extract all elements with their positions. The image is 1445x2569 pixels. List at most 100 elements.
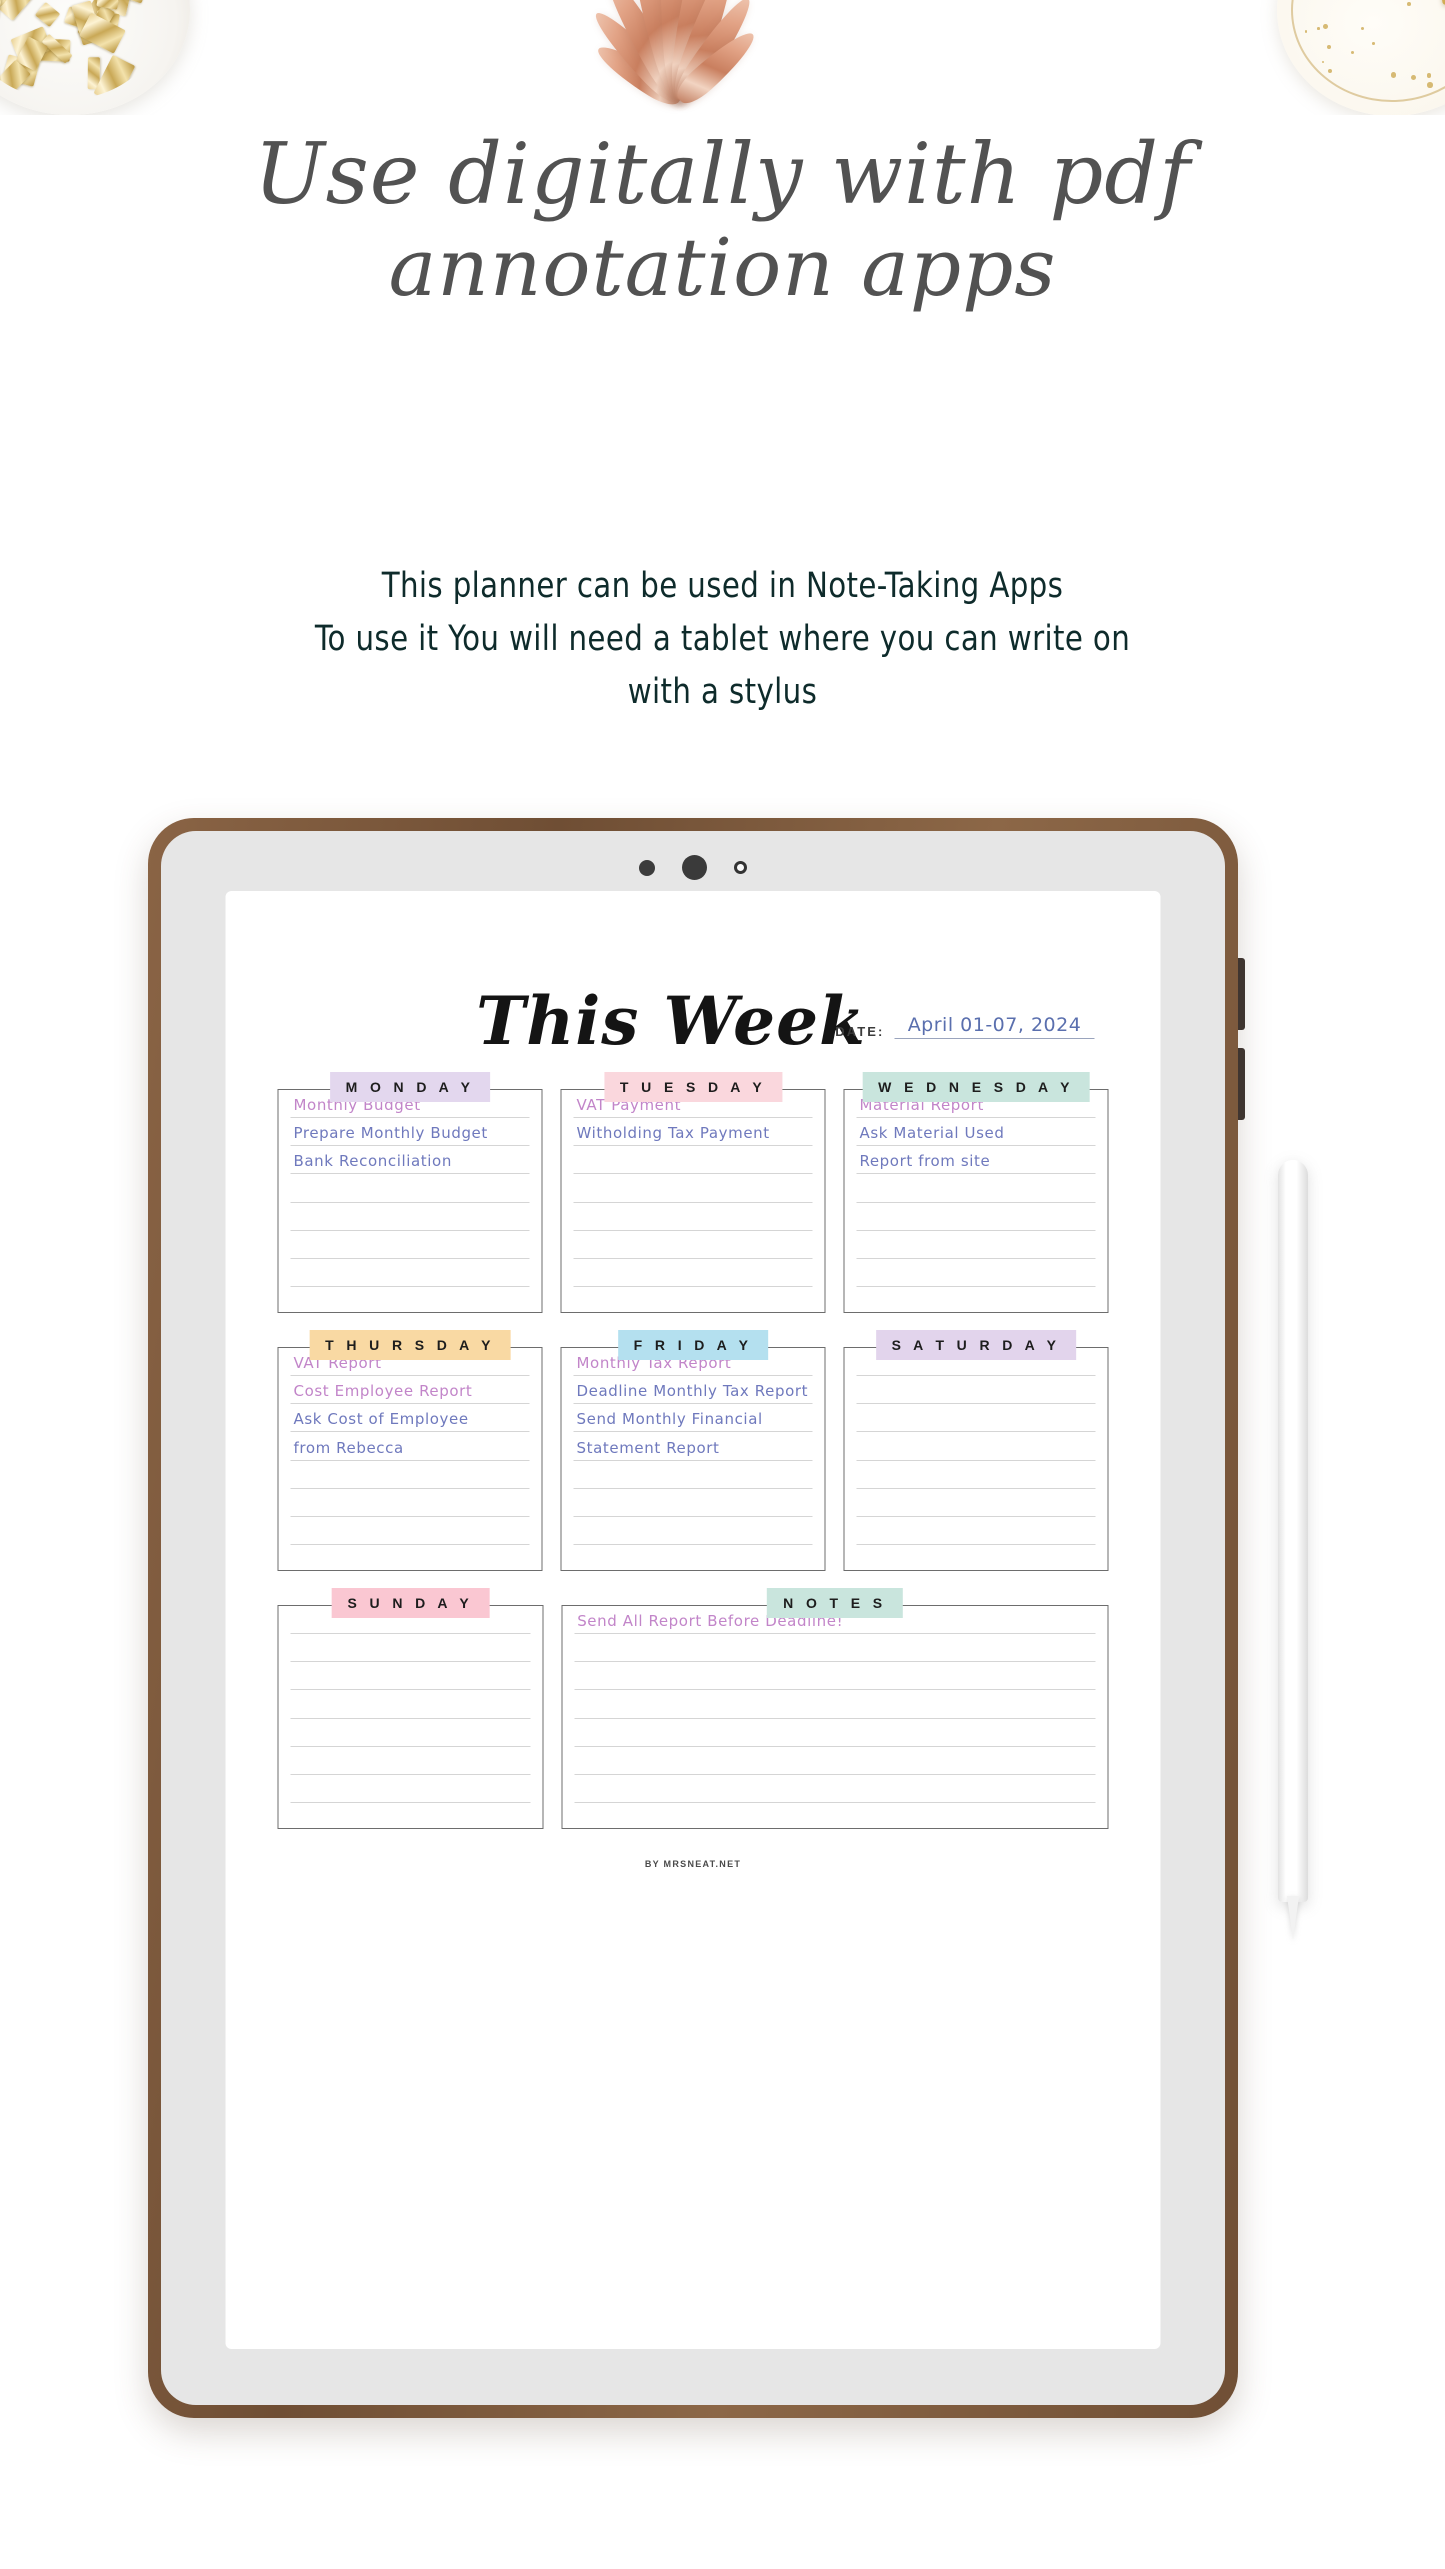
entry-line[interactable] bbox=[573, 1146, 813, 1175]
entry-line[interactable] bbox=[573, 1259, 813, 1288]
tablet-volume-down-button[interactable] bbox=[1238, 1048, 1245, 1120]
entry-lines-monday[interactable]: Monthly Budget Prepare Monthly Budget Bank… bbox=[277, 1089, 543, 1313]
planner-title: This Week bbox=[476, 982, 866, 1060]
entry-text: Ask Material Used bbox=[859, 1124, 1005, 1143]
entry-line[interactable]: Deadline Monthly Tax Report bbox=[573, 1376, 813, 1405]
entry-line[interactable] bbox=[574, 1775, 1096, 1804]
gold-speck bbox=[1327, 69, 1332, 74]
entry-line[interactable] bbox=[573, 1203, 813, 1231]
date-input[interactable]: April 01-07, 2024 bbox=[894, 1014, 1095, 1039]
entry-line[interactable]: Send Monthly Financial bbox=[573, 1404, 813, 1433]
entry-line[interactable]: Cost Employee Report bbox=[290, 1376, 530, 1405]
entry-line[interactable] bbox=[290, 1690, 531, 1719]
day-card-sunday[interactable]: S U N D A Y bbox=[277, 1588, 544, 1829]
entry-line[interactable] bbox=[290, 1747, 531, 1775]
entry-line[interactable]: Prepare Monthly Budget bbox=[290, 1118, 530, 1147]
entry-line[interactable] bbox=[290, 1231, 530, 1259]
entry-lines-saturday[interactable] bbox=[843, 1347, 1109, 1571]
day-card-wednesday[interactable]: W E D N E S D A Y Material Report Ask Mate… bbox=[843, 1072, 1109, 1313]
entry-line[interactable] bbox=[573, 1461, 813, 1489]
gold-speck bbox=[1390, 71, 1397, 78]
entry-line[interactable] bbox=[573, 1174, 813, 1203]
entry-lines-thursday[interactable]: VAT Report Cost Employee Report Ask Cost o… bbox=[277, 1347, 543, 1571]
hero-script-line1: Use digitally with pdf bbox=[253, 125, 1192, 223]
day-tab-friday: F R I D A Y bbox=[617, 1330, 769, 1360]
rose-gold-leaf-icon bbox=[587, 0, 765, 112]
entry-line[interactable] bbox=[856, 1174, 1096, 1203]
entry-line[interactable] bbox=[856, 1231, 1096, 1259]
entry-line[interactable] bbox=[574, 1719, 1096, 1747]
tablet-volume-up-button[interactable] bbox=[1238, 958, 1245, 1030]
entry-line[interactable] bbox=[856, 1376, 1096, 1405]
entry-line[interactable] bbox=[574, 1690, 1096, 1719]
page-footer-credit: BY MRSNEAT.NET bbox=[644, 1859, 742, 1869]
entry-line[interactable] bbox=[290, 1517, 530, 1546]
entry-line[interactable] bbox=[856, 1203, 1096, 1231]
subtitle-line-1: This planner can be used in Note-Taking … bbox=[381, 566, 1064, 606]
stylus-body bbox=[1278, 1160, 1308, 1902]
entry-text: Deadline Monthly Tax Report bbox=[576, 1382, 809, 1401]
camera-sensor-icon bbox=[639, 859, 655, 876]
day-card-tuesday[interactable]: T U E S D A Y VAT Payment Witholding Tax P… bbox=[560, 1072, 826, 1313]
entry-line[interactable]: Statement Report bbox=[573, 1432, 813, 1461]
entry-line[interactable]: Ask Cost of Employee bbox=[290, 1404, 530, 1433]
entry-line[interactable] bbox=[856, 1404, 1096, 1433]
entry-line[interactable]: from Rebecca bbox=[290, 1432, 530, 1461]
entry-line[interactable] bbox=[290, 1174, 530, 1203]
entry-line[interactable] bbox=[574, 1634, 1096, 1663]
entry-line[interactable] bbox=[856, 1432, 1096, 1461]
entry-line[interactable] bbox=[573, 1489, 813, 1517]
day-card-saturday[interactable]: S A T U R D A Y bbox=[843, 1330, 1109, 1571]
entry-line[interactable] bbox=[574, 1662, 1096, 1691]
day-tab-wednesday: W E D N E S D A Y bbox=[862, 1072, 1090, 1102]
camera-flash-icon bbox=[734, 861, 747, 874]
entry-text: Bank Reconciliation bbox=[293, 1152, 452, 1171]
entry-lines-sunday[interactable] bbox=[277, 1605, 544, 1829]
entry-line[interactable]: Witholding Tax Payment bbox=[573, 1118, 813, 1147]
entry-line[interactable] bbox=[290, 1634, 531, 1663]
entry-line[interactable] bbox=[573, 1517, 813, 1546]
day-tab-sunday: S U N D A Y bbox=[331, 1588, 490, 1618]
subtitle-line-2: To use it You will need a tablet where y… bbox=[314, 619, 1131, 659]
entry-line[interactable] bbox=[290, 1719, 531, 1747]
entry-line[interactable] bbox=[290, 1259, 530, 1288]
entry-lines-tuesday[interactable]: VAT Payment Witholding Tax Payment bbox=[560, 1089, 826, 1313]
gold-speck bbox=[1410, 75, 1416, 81]
date-field-group[interactable]: DATE: April 01-07, 2024 bbox=[835, 1014, 1095, 1039]
camera-lens-icon bbox=[682, 855, 707, 880]
entry-lines-notes[interactable]: Send All Report Before Deadline! bbox=[561, 1605, 1109, 1829]
day-card-notes[interactable]: N O T E S Send All Report Before Deadline… bbox=[561, 1588, 1109, 1829]
entry-text: from Rebecca bbox=[293, 1438, 404, 1457]
entry-text: Statement Report bbox=[576, 1438, 720, 1457]
day-card-thursday[interactable]: T H U R S D A Y VAT Report Cost Employee R… bbox=[277, 1330, 543, 1571]
entry-text: Witholding Tax Payment bbox=[576, 1124, 770, 1143]
entry-line[interactable] bbox=[290, 1662, 531, 1691]
day-tab-thursday: T H U R S D A Y bbox=[309, 1330, 511, 1360]
planner-page[interactable]: This Week DATE: April 01-07, 2024 M O N … bbox=[225, 891, 1161, 2349]
gold-speck bbox=[1372, 42, 1375, 45]
entry-line[interactable] bbox=[290, 1775, 531, 1804]
entry-lines-friday[interactable]: Monthly Tax Report Deadline Monthly Tax R… bbox=[560, 1347, 826, 1571]
binder-clip-icon bbox=[34, 2, 61, 28]
gold-speck bbox=[1360, 26, 1364, 30]
entry-text: Report from site bbox=[859, 1152, 991, 1171]
entry-line[interactable] bbox=[856, 1259, 1096, 1288]
entry-line[interactable] bbox=[856, 1489, 1096, 1517]
entry-line[interactable] bbox=[573, 1231, 813, 1259]
entry-line[interactable]: Ask Material Used bbox=[856, 1118, 1096, 1147]
stylus-pen[interactable] bbox=[1278, 1160, 1308, 1940]
entry-line[interactable]: Report from site bbox=[856, 1146, 1096, 1175]
gold-clip-icon bbox=[1433, 0, 1445, 6]
week-row-3: S U N D A Y N O T E S Send All Report Befo… bbox=[277, 1588, 1109, 1829]
day-card-friday[interactable]: F R I D A Y Monthly Tax Report Deadline Mo… bbox=[560, 1330, 826, 1571]
entry-line[interactable] bbox=[574, 1747, 1096, 1775]
entry-line[interactable]: Bank Reconciliation bbox=[290, 1146, 530, 1175]
entry-line[interactable] bbox=[290, 1489, 530, 1517]
entry-line[interactable] bbox=[290, 1461, 530, 1489]
entry-line[interactable] bbox=[290, 1203, 530, 1231]
entry-lines-wednesday[interactable]: Material Report Ask Material Used Report f… bbox=[843, 1089, 1109, 1313]
entry-line[interactable] bbox=[856, 1517, 1096, 1546]
gold-speck bbox=[1426, 73, 1432, 78]
entry-line[interactable] bbox=[856, 1461, 1096, 1489]
day-card-monday[interactable]: M O N D A Y Monthly Budget Prepare Monthly… bbox=[277, 1072, 543, 1313]
